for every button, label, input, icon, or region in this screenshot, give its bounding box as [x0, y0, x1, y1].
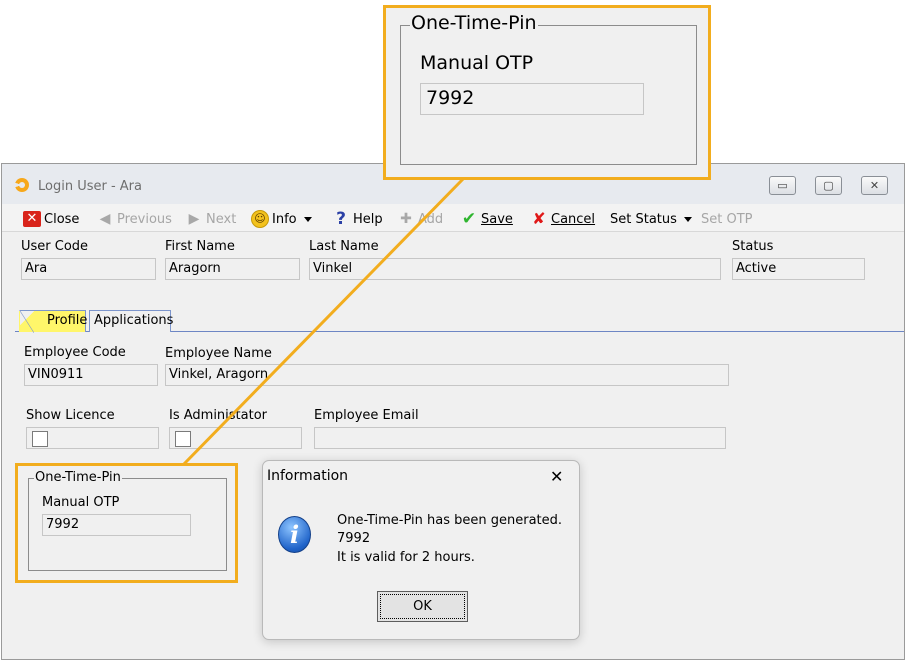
information-dialog: Information ✕ i One-Time-Pin has been ge…: [262, 460, 580, 640]
connector-line: [181, 176, 466, 467]
info-icon: i: [278, 516, 311, 553]
dialog-close-button[interactable]: ✕: [550, 467, 563, 486]
dialog-message-line1: One-Time-Pin has been generated.: [337, 513, 563, 528]
otp-zoom-callout: One-Time-Pin Manual OTP 7992: [383, 5, 711, 180]
dialog-message-line3: It is valid for 2 hours.: [337, 550, 475, 565]
callout-manual-otp-label: Manual OTP: [420, 52, 534, 74]
callout-group-title: One-Time-Pin: [410, 12, 538, 34]
dialog-message-line2: 7992: [337, 531, 371, 546]
ok-button[interactable]: OK: [377, 591, 468, 622]
dialog-title: Information: [267, 468, 349, 484]
callout-manual-otp-field: 7992: [420, 83, 644, 115]
